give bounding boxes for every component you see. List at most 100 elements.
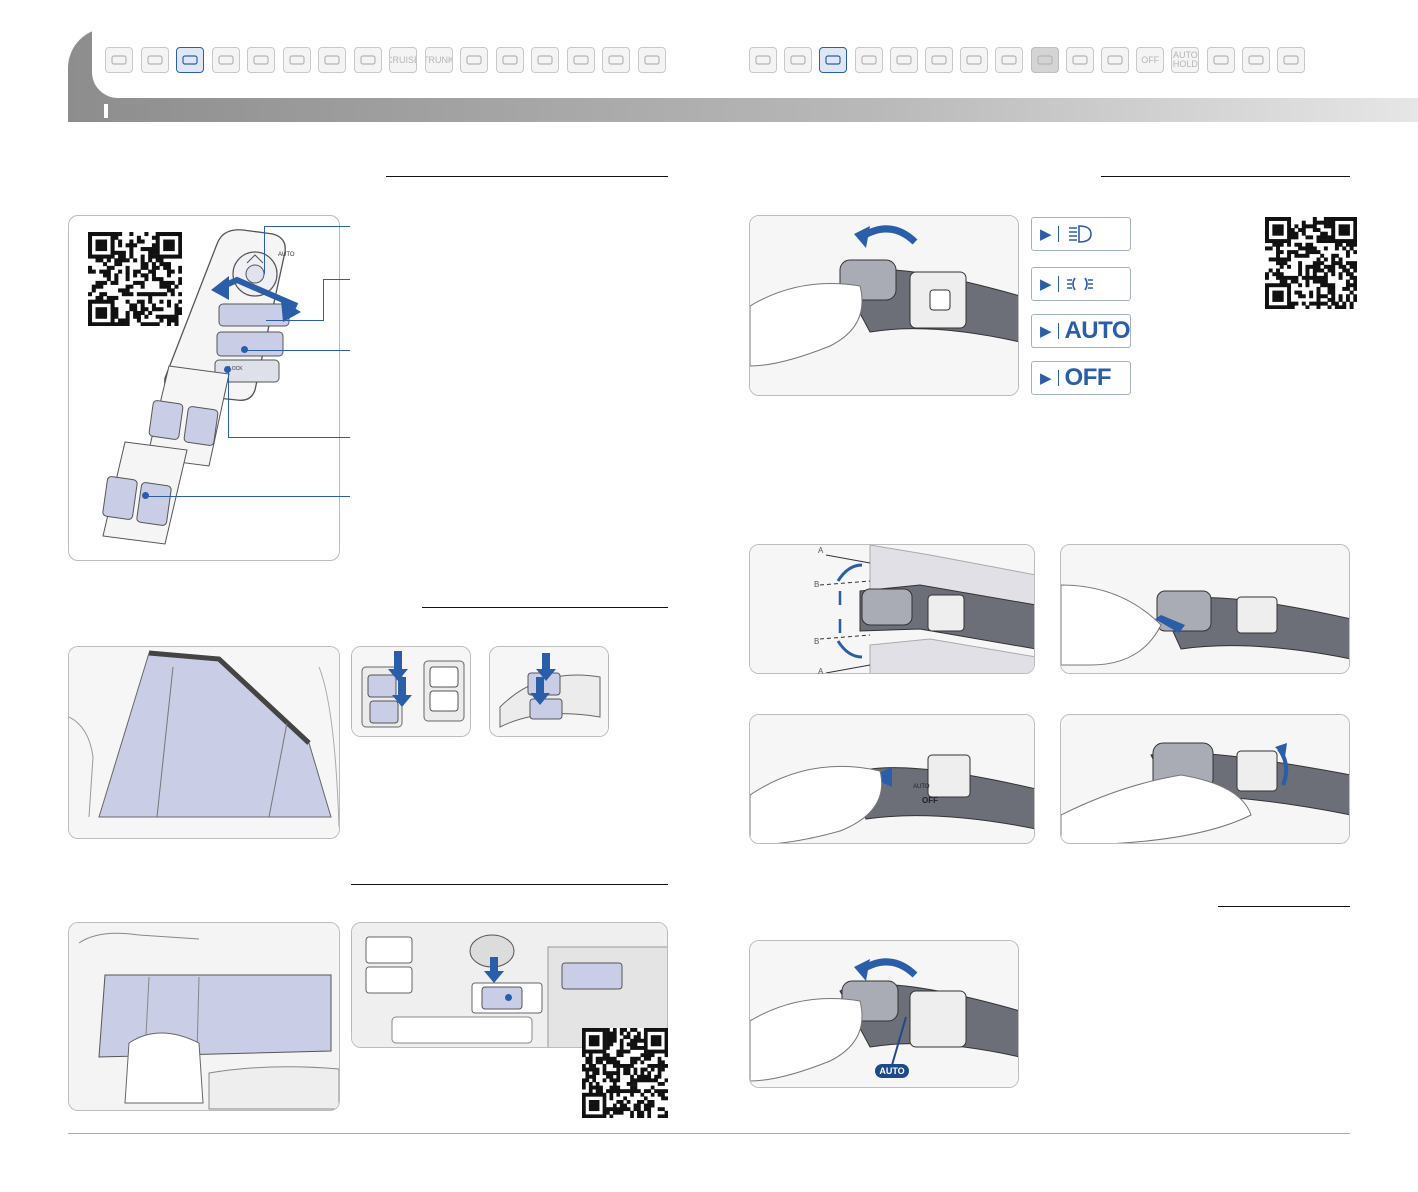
info-icon-glyph — [572, 55, 589, 65]
pull-stalk-illustration — [750, 715, 1034, 843]
panel-icon-glyph — [896, 55, 912, 65]
callout-dot-5 — [142, 492, 149, 499]
grid-icon[interactable] — [995, 47, 1024, 73]
callout-line-2 — [323, 279, 350, 280]
camera-icon[interactable] — [1206, 47, 1235, 73]
cruise-icon[interactable]: CRUISE — [389, 47, 417, 73]
window-glass-panel — [68, 646, 340, 839]
passenger-switch-illustration — [490, 647, 608, 736]
legend-off-text: OFF — [1064, 364, 1112, 391]
bluetooth-icon-glyph — [1248, 55, 1264, 65]
callout-line-2b — [266, 320, 324, 321]
callout-vline-4 — [228, 370, 229, 438]
console-icon[interactable] — [282, 47, 311, 73]
screen-icon[interactable] — [1065, 47, 1094, 73]
auto-label: AUTO — [278, 252, 295, 258]
phone-icon[interactable] — [749, 47, 777, 73]
display-icon[interactable] — [531, 47, 559, 73]
pull-stalk-panel — [749, 714, 1035, 844]
console-callout-dot — [505, 994, 512, 1001]
card-icon-glyph — [466, 55, 482, 65]
traction-off-icon[interactable]: OFF — [1136, 47, 1165, 73]
dash-icon-glyph — [359, 55, 376, 65]
headlight-stalk-illustration — [750, 216, 1018, 395]
bluetooth-icon-glyph — [1283, 55, 1299, 65]
card-icon[interactable] — [460, 47, 488, 73]
tpms-icon[interactable] — [495, 47, 524, 73]
play-icon: ▶ — [1040, 276, 1052, 293]
qr-code-sunshade[interactable] — [582, 1028, 668, 1118]
camera-icon-glyph — [1212, 55, 1229, 65]
climate-icon[interactable] — [318, 47, 346, 73]
bluetooth-icon[interactable] — [1277, 47, 1305, 73]
passenger-switch-panel — [489, 646, 609, 737]
header-accent-bar — [104, 104, 108, 118]
dash-icon[interactable] — [353, 47, 382, 73]
traction-off-label: OFF — [1141, 54, 1160, 65]
gauge-icon[interactable] — [784, 47, 813, 73]
callout-line-3 — [245, 350, 350, 351]
high-beam-icon — [1068, 225, 1092, 243]
blank-icon[interactable] — [1030, 47, 1059, 73]
vent-icon[interactable] — [602, 47, 630, 73]
panel-icon[interactable] — [889, 47, 918, 73]
auto-hold-icon[interactable]: AUTO HOLD — [1171, 47, 1200, 73]
console-icon-glyph — [288, 55, 305, 65]
bluetooth-icon[interactable] — [1241, 47, 1270, 73]
climate-icon-glyph — [324, 55, 340, 65]
console2-icon[interactable] — [925, 47, 953, 73]
climate2-icon[interactable] — [960, 47, 989, 73]
cruise-label: CRUISE — [390, 54, 416, 65]
display-icon-glyph — [537, 55, 553, 65]
stalk-positions-illustration — [750, 545, 1034, 673]
seat-icon[interactable] — [247, 47, 275, 73]
window-switch-icon[interactable] — [176, 47, 204, 73]
hand-icon-glyph — [1107, 55, 1123, 65]
qr-code-window-switch[interactable] — [88, 232, 182, 326]
position-lamp-icon — [1066, 277, 1093, 291]
section-rule-auto-light — [1218, 906, 1350, 907]
wiper-stalk-icon[interactable] — [854, 47, 883, 73]
stalk-off-label: OFF — [922, 796, 938, 805]
auto-hold-label: AUTO HOLD — [1172, 50, 1198, 69]
play-icon: ▶ — [1040, 226, 1052, 243]
climate2-icon-glyph — [966, 55, 982, 65]
callout-line-1 — [264, 226, 350, 227]
hand-icon[interactable] — [1101, 47, 1129, 73]
qr-code-headlights[interactable] — [1265, 217, 1357, 309]
wiper-icon[interactable] — [105, 47, 133, 73]
flash-to-pass-illustration — [1061, 545, 1349, 673]
rear-sunshade-illustration — [69, 923, 339, 1110]
auto-badge: AUTO — [875, 1064, 909, 1078]
headlight-stalk-icon[interactable] — [819, 47, 848, 73]
mirror-icon-glyph — [146, 55, 163, 65]
bluetooth-icon-glyph — [643, 55, 660, 65]
rear-sunshade-panel — [68, 922, 340, 1111]
rotate-button-panel — [1060, 714, 1350, 844]
callout-vline-1 — [264, 226, 265, 274]
section-rule-headlights — [1101, 176, 1350, 177]
grid-icon-glyph — [1001, 55, 1017, 65]
bluetooth-icon[interactable] — [637, 47, 666, 73]
legend-high-beam: ▶ — [1031, 217, 1131, 251]
flash-to-pass-panel — [1060, 544, 1350, 674]
tpms-icon-glyph — [501, 55, 518, 65]
rear-switch-illustration — [352, 647, 470, 736]
headlight-stalk-icon-glyph — [825, 55, 841, 65]
wiper-stalk-icon-glyph — [860, 55, 877, 65]
legend-off: ▶ OFF — [1031, 361, 1131, 395]
mirror-icon[interactable] — [140, 47, 169, 73]
headlight-stalk-panel — [749, 215, 1019, 396]
phone-icon-glyph — [755, 55, 771, 65]
legend-auto-text: AUTO — [1064, 317, 1130, 344]
info-icon[interactable] — [566, 47, 595, 73]
trunk-icon[interactable]: TRUNK — [424, 47, 453, 73]
section-rule-sunshade — [351, 884, 668, 885]
play-icon: ▶ — [1040, 323, 1052, 340]
trunk-label: TRUNK — [424, 54, 453, 65]
key-icon[interactable] — [211, 47, 240, 73]
rotate-button-illustration — [1061, 715, 1349, 843]
callout-dot-3 — [241, 346, 248, 353]
section-rule-windows — [386, 176, 668, 177]
window-switch-icon-glyph — [182, 55, 198, 65]
